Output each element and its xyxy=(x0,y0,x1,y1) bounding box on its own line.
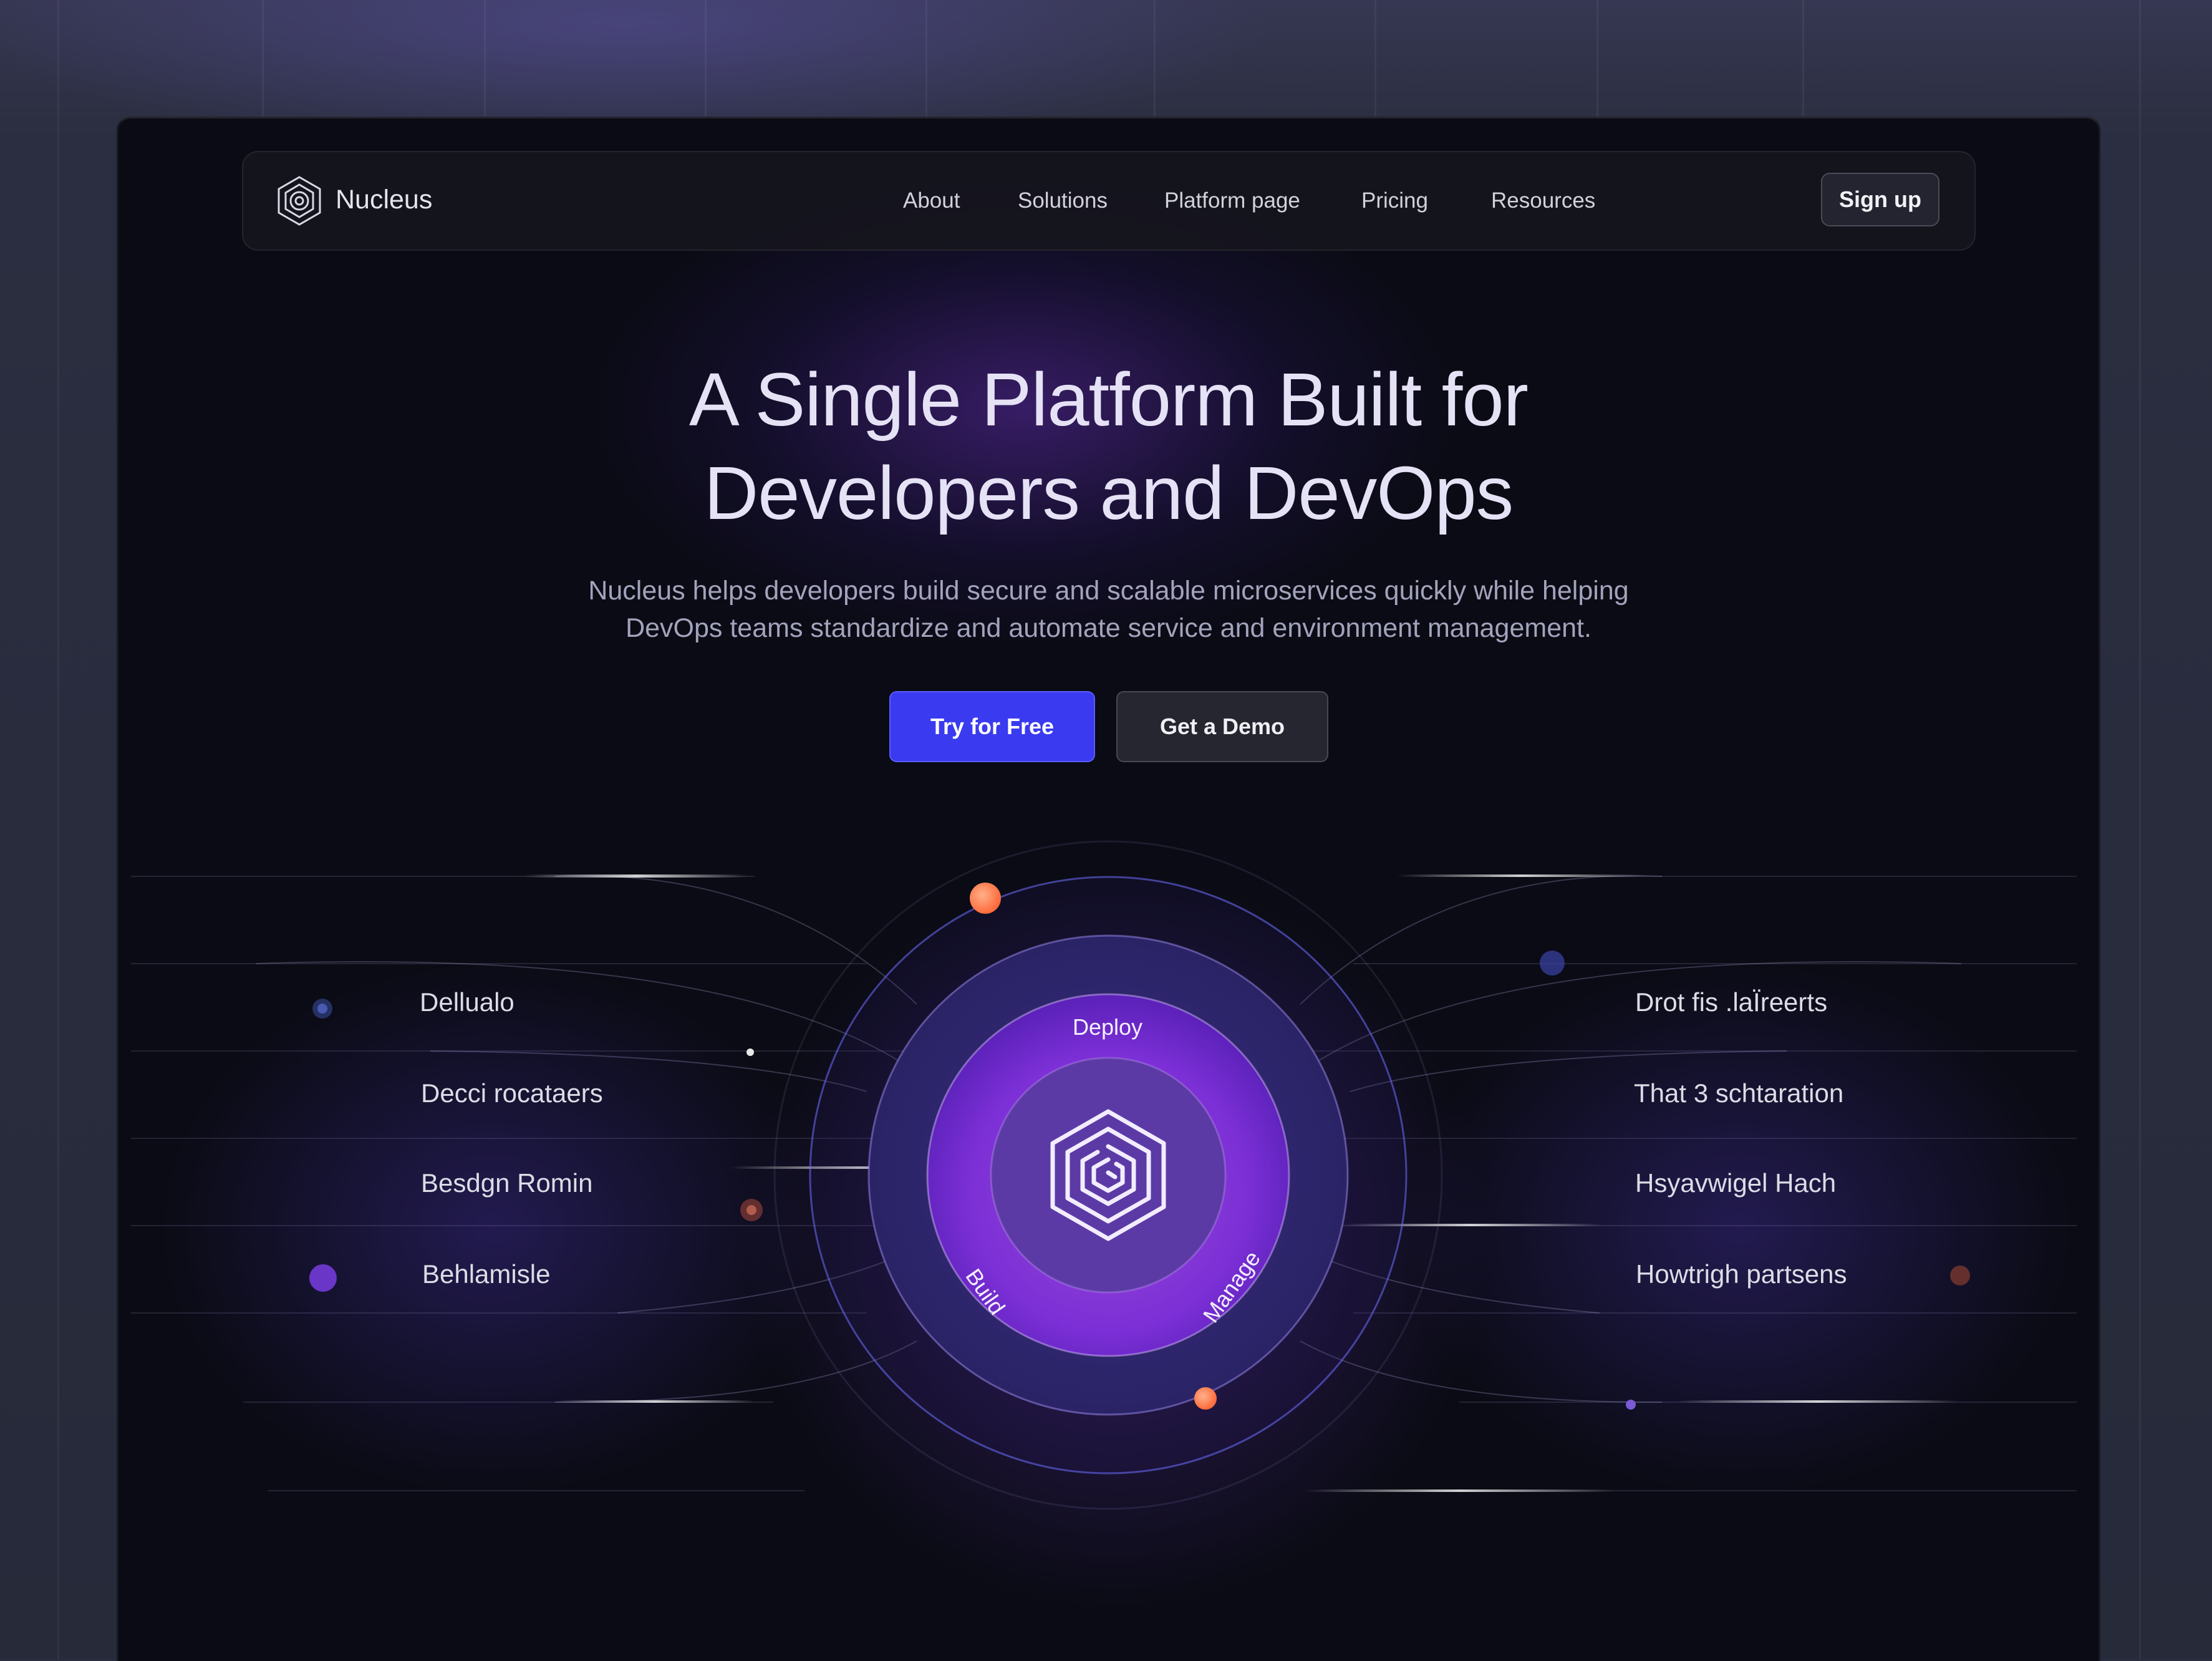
ambient-dot-icon xyxy=(317,1004,327,1014)
left-feature-label: Decci rocataers xyxy=(421,1078,603,1108)
ambient-dot-icon xyxy=(1540,951,1565,976)
right-feature-label: Drot fis .laÏreerts xyxy=(1635,987,1828,1017)
platform-diagram: Deploy Build Manage xyxy=(131,840,2077,1510)
left-feature-label: Behlamisle xyxy=(422,1259,551,1289)
left-feature-label: Besdgn Romin xyxy=(421,1168,593,1198)
left-feature-label: Dellualo xyxy=(420,987,514,1017)
ring-label-deploy: Deploy xyxy=(1073,1014,1142,1040)
right-feature-label: That 3 schtaration xyxy=(1634,1078,1844,1108)
ambient-dot-icon xyxy=(309,1264,337,1292)
orbit-dot-icon xyxy=(1194,1387,1217,1410)
orbit-dot-icon xyxy=(970,883,1001,914)
right-feature-label: Howtrigh partsens xyxy=(1636,1259,1847,1289)
ambient-dot-icon xyxy=(746,1205,756,1215)
bg-grid-line xyxy=(2139,0,2141,1659)
browser-frame: Nucleus About Solutions Platform page Pr… xyxy=(117,117,2100,1661)
right-feature-label: Hsyavwigel Hach xyxy=(1635,1168,1837,1198)
ambient-dot-icon xyxy=(1626,1400,1636,1410)
bg-grid-line xyxy=(57,0,59,1659)
ambient-dot-icon xyxy=(1950,1266,1970,1286)
ambient-dot-icon xyxy=(746,1048,754,1056)
